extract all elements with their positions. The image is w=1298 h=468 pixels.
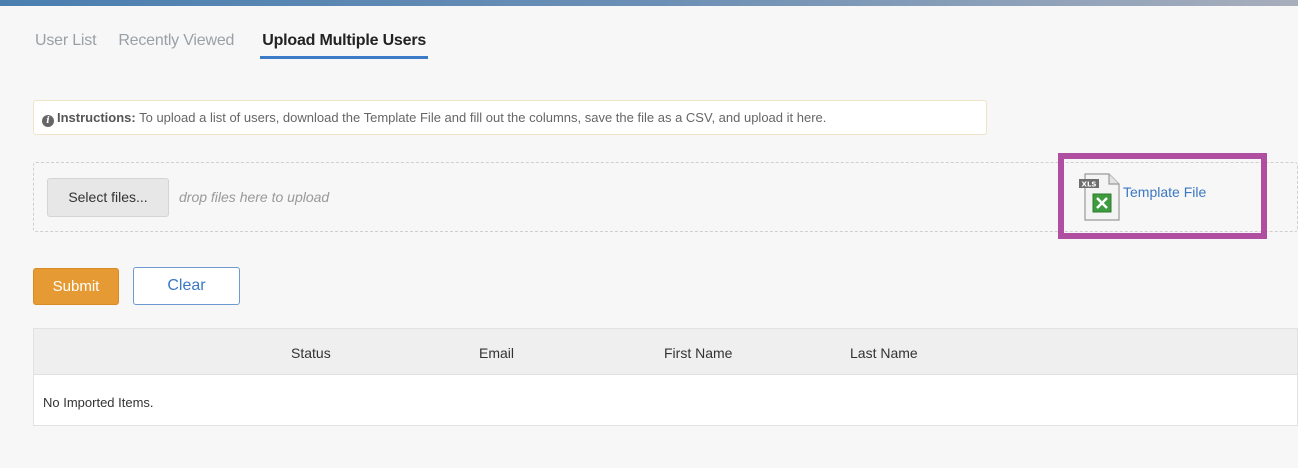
xls-badge-text: XLS [1082, 181, 1097, 189]
info-icon: i [42, 115, 54, 127]
column-header-status[interactable]: Status [291, 345, 331, 361]
xls-file-icon: XLS [1071, 168, 1125, 226]
instructions-text: To upload a list of users, download the … [135, 110, 827, 125]
template-file-link[interactable]: XLS Template File [1071, 168, 1261, 228]
instructions-banner: i Instructions: To upload a list of users… [33, 100, 987, 135]
top-accent-bar [0, 0, 1298, 6]
tab-upload-multiple-users[interactable]: Upload Multiple Users [260, 29, 429, 59]
instructions-label: Instructions: [57, 110, 136, 125]
column-header-first-name[interactable]: First Name [664, 345, 732, 361]
tab-bar: User List Recently Viewed Upload Multipl… [35, 29, 450, 59]
grid-body: No Imported Items. [34, 375, 1297, 426]
drop-hint: drop files here to upload [179, 189, 330, 205]
select-files-button[interactable]: Select files... [47, 178, 169, 217]
grid-header: Status Email First Name Last Name [34, 329, 1297, 375]
tab-recently-viewed[interactable]: Recently Viewed [118, 29, 234, 59]
empty-message: No Imported Items. [43, 395, 154, 410]
clear-button[interactable]: Clear [133, 267, 240, 305]
template-file-label[interactable]: Template File [1123, 184, 1206, 200]
column-header-last-name[interactable]: Last Name [850, 345, 918, 361]
submit-button[interactable]: Submit [33, 268, 119, 305]
column-header-email[interactable]: Email [479, 345, 514, 361]
imported-items-grid: Status Email First Name Last Name No Imp… [33, 328, 1298, 426]
tab-user-list[interactable]: User List [35, 29, 97, 59]
